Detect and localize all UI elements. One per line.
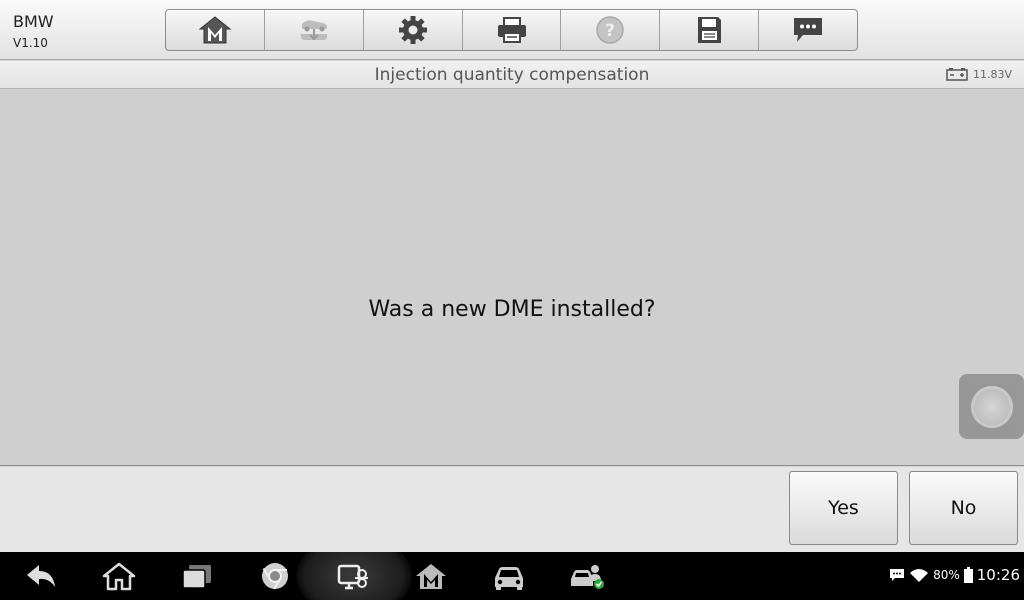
main-toolbar: ? xyxy=(165,9,858,51)
car-user-check-icon xyxy=(571,565,604,589)
nav-diagnostics-button[interactable] xyxy=(323,552,383,600)
brand: BMW V1.10 xyxy=(13,12,54,52)
app-name: BMW xyxy=(13,12,54,31)
vehicle-connect-icon xyxy=(337,564,368,590)
toolbar-home-button[interactable] xyxy=(166,10,265,50)
wifi-icon xyxy=(910,569,929,582)
toolbar-vehicle-swap-button[interactable] xyxy=(265,10,364,50)
toolbar-settings-button[interactable] xyxy=(364,10,463,50)
printer-icon xyxy=(497,17,526,43)
nav-home-button[interactable] xyxy=(89,552,149,600)
voltage-value: 11.83V xyxy=(972,67,1012,81)
gear-icon xyxy=(398,16,427,44)
floppy-icon xyxy=(698,17,722,43)
nav-vehicle-service-button[interactable] xyxy=(557,552,617,600)
action-bar: Yes No xyxy=(0,467,1024,552)
svg-text:?: ? xyxy=(605,21,615,41)
nav-browser-button[interactable] xyxy=(245,552,305,600)
nav-maxisys-home-button[interactable] xyxy=(401,552,461,600)
car-icon xyxy=(495,567,523,590)
assistive-touch-icon xyxy=(971,386,1013,428)
battery-icon xyxy=(963,567,973,583)
battery-percent: 80% xyxy=(933,568,960,582)
no-button[interactable]: No xyxy=(909,471,1018,545)
app-version: V1.10 xyxy=(13,36,48,50)
browser-icon xyxy=(262,563,288,590)
back-arrow-icon xyxy=(27,565,55,587)
nav-recents-button[interactable] xyxy=(167,552,227,600)
function-title-bar: Injection quantity compensation 11.83V xyxy=(0,61,1024,89)
system-status: 80% 10:26 xyxy=(889,566,1020,584)
app-header: BMW V1.10 ? xyxy=(0,0,1024,60)
system-nav-bar: 80% 10:26 xyxy=(0,552,1024,600)
vehicle-swap-icon xyxy=(300,20,327,41)
toolbar-message-button[interactable] xyxy=(759,10,857,50)
nav-back-button[interactable] xyxy=(11,552,71,600)
car-battery-icon xyxy=(946,68,968,81)
message-notification-icon xyxy=(890,569,905,581)
chat-icon xyxy=(794,18,823,42)
dialog-content: Was a new DME installed? xyxy=(0,90,1024,466)
page-title: Injection quantity compensation xyxy=(374,65,650,85)
help-icon: ? xyxy=(596,16,625,44)
home-icon xyxy=(102,562,136,591)
dialog-question: Was a new DME installed? xyxy=(368,297,656,322)
home-m-icon xyxy=(416,564,446,589)
toolbar-save-button[interactable] xyxy=(660,10,760,50)
voltage-indicator: 11.83V xyxy=(946,67,1012,81)
toolbar-print-button[interactable] xyxy=(463,10,562,50)
clock: 10:26 xyxy=(976,566,1020,584)
assistive-touch-button[interactable] xyxy=(959,374,1024,439)
recent-apps-icon xyxy=(182,565,211,589)
yes-button[interactable]: Yes xyxy=(789,471,898,545)
nav-vehicle-button[interactable] xyxy=(479,552,539,600)
toolbar-help-button[interactable]: ? xyxy=(561,10,661,50)
home-m-icon xyxy=(198,16,232,44)
